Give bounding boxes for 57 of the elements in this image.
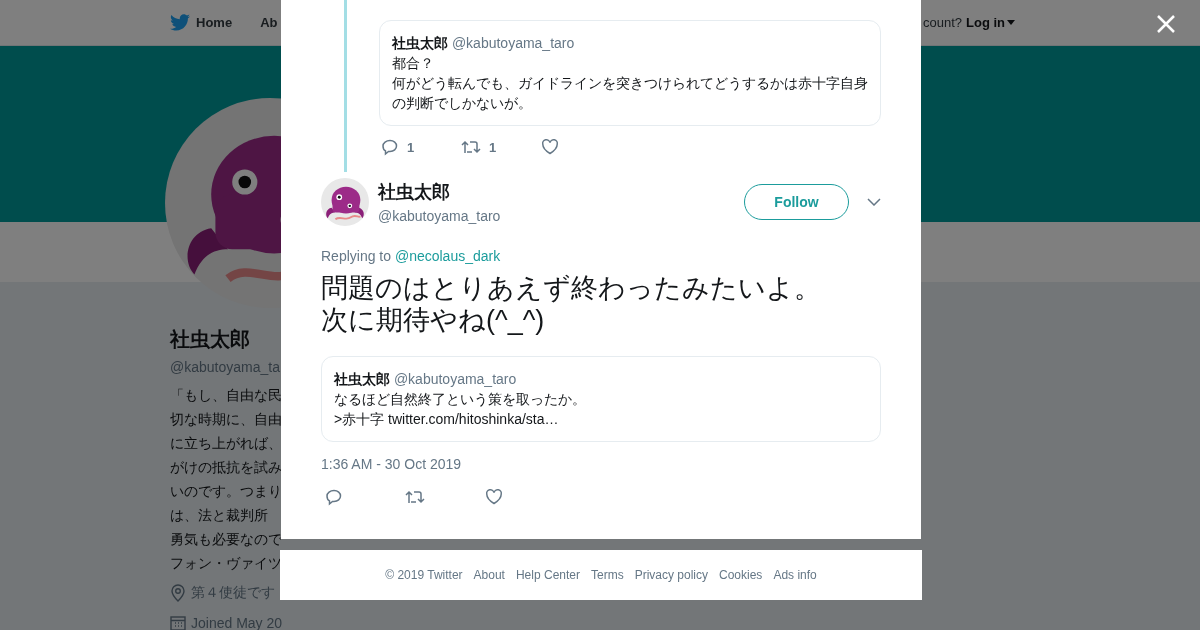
author-avatar-drawing [321,178,369,226]
chevron-down-icon[interactable] [867,198,881,206]
quoted-tweet-card[interactable]: 社虫太郎 @kabutoyama_taro なるほど自然終了という策を取ったか。 >赤十字 twitter.com/hitoshinka/sta… [321,356,881,442]
retweet-icon[interactable] [461,138,481,156]
copyright-text: © 2019 Twitter [385,568,463,582]
login-link[interactable]: Log in [966,15,1015,30]
profile-joined-date: Joined May 20 [191,615,283,630]
quoted-author-name: 社虫太郎 [392,35,448,51]
footer-link[interactable]: Terms [591,568,624,582]
quoted-author-handle: @kabutoyama_taro [393,371,517,387]
close-icon[interactable] [1156,14,1176,34]
heart-icon[interactable] [541,138,559,156]
reply-icon[interactable] [325,488,343,506]
footer-link[interactable]: Ads info [773,568,817,582]
tweet-link[interactable]: twitter.com/hitoshinka/sta… [388,411,559,427]
replying-to-text: Replying to @necolaus_dark [321,248,502,264]
follow-button[interactable]: Follow [744,184,849,220]
reply-count: 1 [407,139,415,155]
mention-link[interactable]: @necolaus_dark [394,248,501,264]
nav-link[interactable]: Ab [260,15,278,30]
quoted-author-name: 社虫太郎 [334,371,390,387]
heart-icon[interactable] [485,488,503,506]
location-pin-icon [170,584,186,602]
quoted-author-handle: @kabutoyama_taro [451,35,575,51]
footer-link[interactable]: Help Center [515,568,580,582]
quoted-tweet-text: 何がどう転んでも、ガイドラインを突きつけられてどうするかは赤十字自身の判断でしかないが。 [392,74,868,113]
account-prompt: count? [922,15,962,30]
tweet-text: 次に期待やね(^_^) [321,304,546,336]
retweet-icon[interactable] [405,488,425,506]
author-handle: @kabutoyama_taro [378,208,501,224]
bird-logo-icon [170,14,190,31]
author-name: 社虫太郎 [378,181,451,204]
calendar-icon [170,615,186,630]
profile-name: 社虫太郎 [170,327,250,352]
quoted-tweet-card[interactable]: 社虫太郎 @kabutoyama_taro 都合？ 何がどう転んでも、ガイドラインを突きつけられてどうするかは赤十字自身の判断でしかないが。 [379,20,881,126]
profile-bio-line: がけの抵抗を試み [170,458,282,477]
profile-bio-line: に立ち上がれば、 [170,434,282,453]
footer-link[interactable]: Privacy policy [634,568,708,582]
profile-bio-line: は、法と裁判所 [170,506,268,525]
quoted-tweet-text: >赤十字 [334,411,385,427]
profile-handle: @kabutoyama_ta [170,359,280,375]
quoted-tweet-text: なるほど自然終了という策を取ったか。 [334,390,587,409]
tweet-text: 問題のはとりあえず終わったみたいよ。 [321,272,822,304]
caret-icon [1007,20,1015,25]
tweet-timestamp: 1:36 AM - 30 Oct 2019 [321,456,463,472]
profile-location: 第４使徒です [191,584,275,602]
footer-link[interactable]: Cookies [719,568,763,582]
nav-link[interactable]: Home [170,14,233,31]
reply-icon[interactable] [381,138,399,156]
retweet-count: 1 [489,139,497,155]
profile-bio-line: フォン・ヴァイツ [170,554,282,573]
profile-bio-line: 勇気も必要なので [170,530,282,549]
footer-link[interactable]: About [473,568,505,582]
profile-bio-line: 切な時期に、自由 [170,410,282,429]
quoted-tweet-text: 都合？ [392,54,435,73]
profile-bio-line: 「もし、自由な民 [170,386,282,405]
profile-bio-line: いのです。つまり [170,482,282,501]
